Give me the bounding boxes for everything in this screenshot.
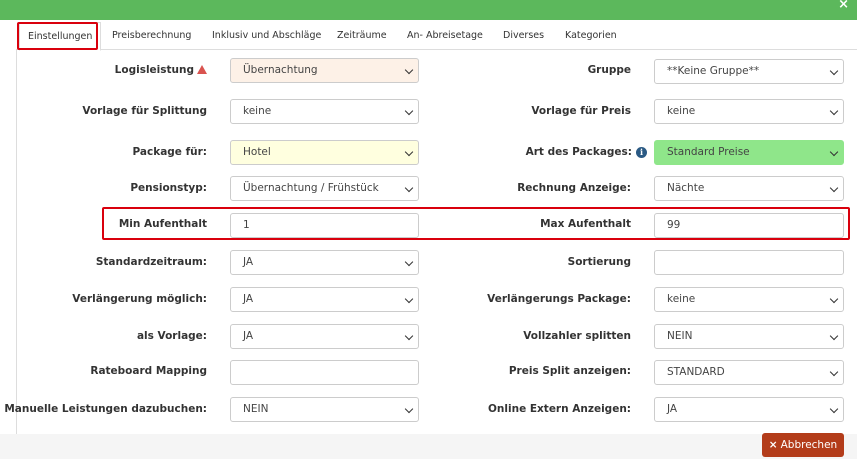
vorlage-preis-select[interactable]: keine [654, 99, 844, 124]
tab-an-abreisetage[interactable]: An- Abreisetage [407, 22, 483, 50]
package-fuer-select[interactable]: Hotel [230, 140, 419, 165]
vorlage-splittung-label: Vorlage für Splittung [82, 105, 207, 117]
tab-inklusiv-abschlaege[interactable]: Inklusiv und Abschläge [212, 22, 321, 50]
chevron-down-icon [829, 106, 839, 116]
tab-zeitraeume[interactable]: Zeiträume [337, 22, 387, 50]
vollzahler-select[interactable]: NEIN [654, 324, 844, 349]
chevron-down-icon [829, 183, 839, 193]
tab-kategorien[interactable]: Kategorien [565, 22, 617, 50]
rateboard-input[interactable] [230, 360, 419, 385]
verlaengerung-label: Verlängerung möglich: [72, 293, 207, 305]
cancel-label: Abbrechen [780, 439, 838, 451]
vorlage-preis-label: Vorlage für Preis [531, 105, 631, 117]
art-packages-label: Art des Packages: i [526, 145, 647, 159]
gruppe-select[interactable]: **Keine Gruppe** [654, 59, 844, 84]
rechnung-anzeige-label: Rechnung Anzeige: [517, 182, 631, 194]
chevron-down-icon [829, 331, 839, 341]
logisleistung-select[interactable]: Übernachtung [230, 58, 419, 83]
als-vorlage-label: als Vorlage: [136, 330, 207, 342]
chevron-down-icon [404, 183, 414, 193]
close-icon: × [768, 439, 778, 451]
standardzeitraum-label: Standardzeitraum: [95, 256, 207, 268]
chevron-down-icon [829, 147, 839, 157]
art-packages-select[interactable]: Standard Preise [654, 140, 844, 165]
chevron-down-icon [404, 65, 414, 75]
chevron-down-icon [404, 404, 414, 414]
rechnung-anzeige-select[interactable]: Nächte [654, 176, 844, 201]
modal-footer [0, 434, 857, 459]
tab-preisberechnung[interactable]: Preisberechnung [112, 22, 191, 50]
chevron-down-icon [404, 331, 414, 341]
chevron-down-icon [829, 367, 839, 377]
verlaengerungs-package-label: Verlängerungs Package: [487, 293, 631, 305]
tab-bar: Einstellungen Preisberechnung Inklusiv u… [16, 22, 857, 51]
package-fuer-label: Package für: [132, 146, 207, 158]
verlaengerung-select[interactable]: JA [230, 287, 419, 312]
preis-split-select[interactable]: STANDARD [654, 360, 844, 385]
als-vorlage-select[interactable]: JA [230, 324, 419, 349]
tab-diverses[interactable]: Diverses [503, 22, 544, 50]
close-icon[interactable]: × [838, 0, 849, 11]
chevron-down-icon [829, 294, 839, 304]
max-aufenthalt-input[interactable]: 99 [654, 213, 844, 238]
rateboard-label: Rateboard Mapping [90, 365, 207, 377]
chevron-down-icon [829, 66, 839, 76]
verlaengerungs-package-select[interactable]: keine [654, 287, 844, 312]
standardzeitraum-select[interactable]: JA [230, 250, 419, 275]
modal-header: × [0, 0, 857, 20]
chevron-down-icon [829, 404, 839, 414]
max-aufenthalt-label: Max Aufenthalt [540, 218, 631, 230]
sortierung-input[interactable] [654, 250, 844, 275]
logisleistung-label: Logisleistung [115, 63, 207, 77]
sortierung-label: Sortierung [567, 256, 631, 268]
min-aufenthalt-input[interactable]: 1 [230, 213, 419, 238]
pensionstyp-select[interactable]: Übernachtung / Frühstück [230, 176, 419, 201]
online-extern-label: Online Extern Anzeigen: [488, 403, 631, 415]
vorlage-splittung-select[interactable]: keine [230, 99, 419, 124]
warning-icon [197, 65, 207, 74]
pensionstyp-label: Pensionstyp: [130, 182, 207, 194]
online-extern-select[interactable]: JA [654, 397, 844, 422]
chevron-down-icon [404, 106, 414, 116]
manuelle-leistungen-select[interactable]: NEIN [230, 397, 419, 422]
info-icon[interactable]: i [636, 147, 647, 158]
vollzahler-label: Vollzahler splitten [523, 330, 631, 342]
chevron-down-icon [404, 147, 414, 157]
gruppe-label: Gruppe [587, 64, 631, 76]
chevron-down-icon [404, 257, 414, 267]
chevron-down-icon [404, 294, 414, 304]
settings-form: Logisleistung Übernachtung Gruppe **Kein… [4, 50, 857, 434]
preis-split-label: Preis Split anzeigen: [508, 365, 631, 377]
cancel-button[interactable]: × Abbrechen [762, 433, 844, 457]
min-aufenthalt-label: Min Aufenthalt [118, 218, 207, 230]
manuelle-leistungen-label: Manuelle Leistungen dazubuchen: [4, 403, 207, 415]
tab-einstellungen[interactable]: Einstellungen [19, 22, 102, 51]
